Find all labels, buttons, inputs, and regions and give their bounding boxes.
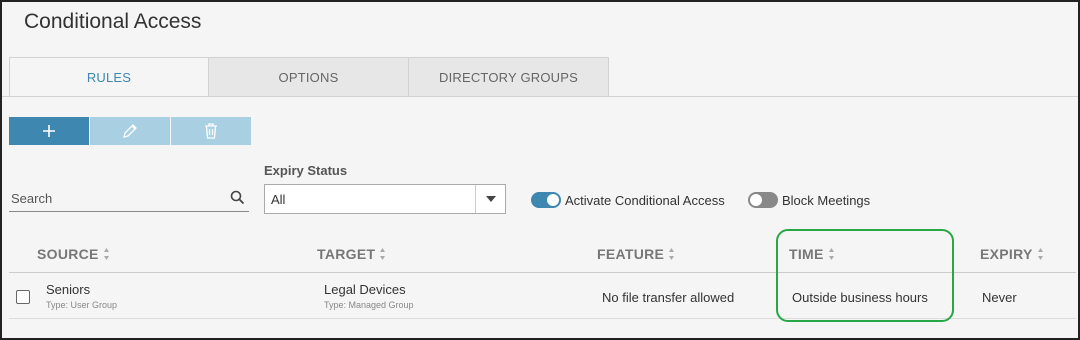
tab-directory-groups[interactable]: DIRECTORY GROUPS xyxy=(409,57,609,97)
dropdown-arrow[interactable] xyxy=(475,185,505,213)
tab-bar: RULES OPTIONS DIRECTORY GROUPS xyxy=(9,57,609,97)
search-box xyxy=(9,186,249,212)
row-target-type: Type: Managed Group xyxy=(324,300,414,310)
row-source-type: Type: User Group xyxy=(46,300,118,310)
chevron-down-icon xyxy=(485,196,496,202)
app-window xyxy=(0,0,1080,340)
tab-options[interactable]: OPTIONS xyxy=(209,57,409,97)
add-rule-button[interactable] xyxy=(9,117,89,145)
row-target: Legal Devices xyxy=(324,282,406,297)
sort-icon xyxy=(669,248,675,260)
sort-icon xyxy=(1037,248,1043,260)
column-header-target[interactable]: TARGET xyxy=(317,246,386,262)
column-header-source[interactable]: SOURCE xyxy=(37,246,110,262)
pencil-icon xyxy=(123,124,137,138)
plus-icon xyxy=(43,125,55,137)
delete-rule-button[interactable] xyxy=(171,117,251,145)
table-row-divider xyxy=(9,318,1076,319)
search-input[interactable] xyxy=(9,186,219,210)
block-meetings-label: Block Meetings xyxy=(782,192,871,208)
expiry-status-value: All xyxy=(271,191,286,207)
column-header-feature[interactable]: FEATURE xyxy=(597,246,675,262)
activate-conditional-access-label: Activate Conditional Access xyxy=(565,192,725,208)
expiry-status-label: Expiry Status xyxy=(264,163,348,178)
table-header-divider xyxy=(9,272,1076,273)
page-title: Conditional Access xyxy=(24,10,202,33)
row-time: Outside business hours xyxy=(792,290,928,305)
sort-icon xyxy=(828,248,834,260)
sort-icon xyxy=(380,248,386,260)
row-checkbox[interactable] xyxy=(16,290,30,304)
toolbar xyxy=(9,117,252,145)
block-meetings-toggle[interactable] xyxy=(748,192,778,208)
trash-icon xyxy=(205,123,217,139)
column-header-time[interactable]: TIME xyxy=(789,246,835,262)
activate-conditional-access-group: Activate Conditional Access xyxy=(531,192,725,208)
expiry-status-select[interactable]: All xyxy=(264,184,506,214)
sort-icon xyxy=(103,248,109,260)
tab-divider xyxy=(2,96,1078,97)
edit-rule-button[interactable] xyxy=(90,117,170,145)
row-feature: No file transfer allowed xyxy=(602,290,735,305)
search-icon[interactable] xyxy=(230,190,245,205)
row-expiry: Never xyxy=(982,290,1017,305)
tab-rules[interactable]: RULES xyxy=(9,57,209,97)
activate-conditional-access-toggle[interactable] xyxy=(531,192,561,208)
block-meetings-group: Block Meetings xyxy=(748,192,870,208)
row-source: Seniors xyxy=(46,282,91,297)
column-header-expiry[interactable]: EXPIRY xyxy=(980,246,1044,262)
